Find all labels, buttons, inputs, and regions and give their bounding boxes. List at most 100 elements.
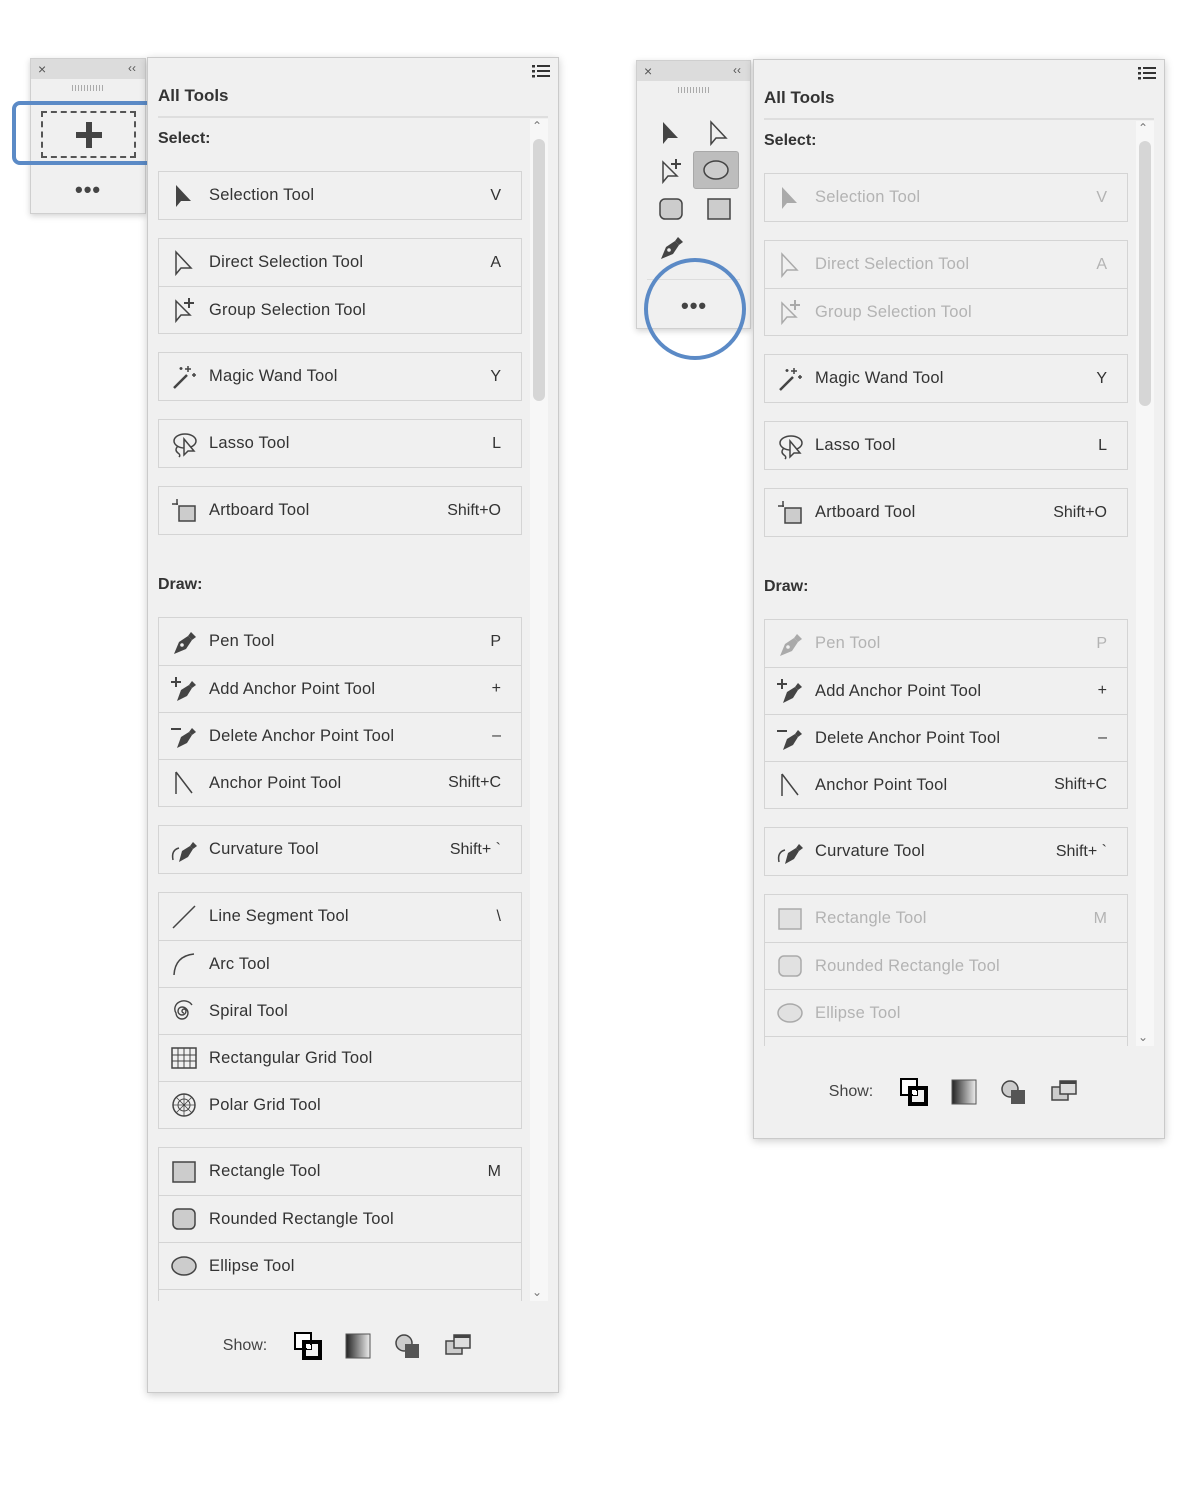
tool-icon: [765, 355, 815, 402]
tool-item-direct[interactable]: Direct Selection Tool A: [765, 241, 1127, 288]
tool-item-ellipse[interactable]: Ellipse Tool: [765, 989, 1127, 1036]
tool-item-polargrid[interactable]: Polar Grid Tool: [159, 1081, 521, 1128]
right-all-tools-panel: All Tools Select: Selection Tool V Direct S…: [753, 59, 1165, 1139]
collapse-icon[interactable]: ‹‹: [733, 61, 741, 79]
tool-icon: [159, 941, 209, 988]
tool-item-delanchor[interactable]: Delete Anchor Point Tool –: [159, 712, 521, 759]
direct-icon: [710, 120, 728, 147]
screen-mode-button[interactable]: [433, 1332, 483, 1360]
tool-item-wand[interactable]: Magic Wand Tool Y: [159, 353, 521, 400]
close-icon[interactable]: ×: [644, 61, 652, 81]
toolbar-tool-selection[interactable]: [655, 117, 687, 149]
tool-item-artboard[interactable]: Artboard Tool Shift+O: [765, 489, 1127, 536]
tool-label: Magic Wand Tool: [209, 367, 338, 385]
drag-grip[interactable]: [72, 85, 104, 91]
tool-icon: [765, 241, 815, 288]
tool-shortcut: P: [490, 632, 501, 650]
scrollbar[interactable]: ⌃ ⌄: [1136, 121, 1154, 1046]
rectgrid-icon: [171, 1047, 197, 1069]
ellipse-icon: [171, 1256, 197, 1276]
tool-icon: [765, 895, 815, 942]
panel-menu-icon[interactable]: [1138, 66, 1156, 80]
tool-item-curvature[interactable]: Curvature Tool Shift+ `: [765, 828, 1127, 875]
tool-item-lasso[interactable]: Lasso Tool L: [159, 420, 521, 467]
tool-item-pen[interactable]: Pen Tool P: [765, 620, 1127, 667]
gradient-button[interactable]: [939, 1078, 989, 1106]
tool-item-roundrect[interactable]: Rounded Rectangle Tool: [765, 942, 1127, 989]
draw-modes-button[interactable]: [383, 1332, 433, 1360]
panel-menu-icon[interactable]: [532, 64, 550, 78]
tool-item-polygon[interactable]: Polygon Tool: [765, 1036, 1127, 1046]
screen-mode-button[interactable]: [1039, 1078, 1089, 1106]
tool-item-direct[interactable]: Direct Selection Tool A: [159, 239, 521, 286]
scrollbar-thumb[interactable]: [533, 139, 545, 401]
drag-grip[interactable]: [677, 87, 710, 93]
ellipse-icon: [777, 1003, 803, 1023]
tool-icon: [765, 620, 815, 667]
tool-item-anchor[interactable]: Anchor Point Tool Shift+C: [159, 759, 521, 806]
scrollbar-thumb[interactable]: [1139, 141, 1151, 406]
tool-item-rect[interactable]: Rectangle Tool M: [765, 895, 1127, 942]
toolbar-titlebar[interactable]: × ‹‹: [637, 61, 750, 81]
tool-label: Anchor Point Tool: [209, 773, 342, 792]
roundrect-icon: [778, 955, 802, 977]
tool-list[interactable]: Select: Selection Tool V Direct Selection T…: [754, 121, 1164, 1046]
scroll-down-icon[interactable]: ⌄: [532, 1285, 542, 1299]
tool-item-arc[interactable]: Arc Tool: [159, 940, 521, 987]
tool-item-selection[interactable]: Selection Tool V: [765, 174, 1127, 221]
curvature-icon: [777, 843, 803, 864]
tool-item-roundrect[interactable]: Rounded Rectangle Tool: [159, 1195, 521, 1242]
tool-group: Lasso Tool L: [764, 421, 1128, 470]
tool-group: Direct Selection Tool A Group Selection To…: [764, 240, 1128, 336]
tool-item-curvature[interactable]: Curvature Tool Shift+ `: [159, 826, 521, 873]
more-tools-button[interactable]: •••: [75, 179, 101, 201]
tool-shortcut: –: [1098, 729, 1107, 746]
tool-item-rect[interactable]: Rectangle Tool M: [159, 1148, 521, 1195]
tool-item-anchor[interactable]: Anchor Point Tool Shift+C: [765, 761, 1127, 808]
fill-stroke-icon: [900, 1078, 929, 1106]
scroll-up-icon[interactable]: ⌃: [1138, 121, 1148, 135]
toolbar-tool-roundrect[interactable]: [655, 193, 687, 225]
tool-item-spiral[interactable]: Spiral Tool: [159, 987, 521, 1034]
tool-item-rectgrid[interactable]: Rectangular Grid Tool: [159, 1034, 521, 1081]
tool-item-wand[interactable]: Magic Wand Tool Y: [765, 355, 1127, 402]
toolbar-titlebar[interactable]: × ‹‹: [31, 59, 145, 79]
polargrid-icon: [172, 1093, 196, 1117]
gradient-button[interactable]: [333, 1332, 383, 1360]
fill-stroke-button[interactable]: [889, 1078, 939, 1106]
tool-label: Lasso Tool: [209, 434, 290, 452]
tool-item-group[interactable]: Group Selection Tool: [159, 286, 521, 333]
toolbar-tool-direct[interactable]: [703, 117, 735, 149]
toolbar-tool-pen[interactable]: [655, 231, 687, 263]
scrollbar[interactable]: ⌃ ⌄: [530, 119, 548, 1301]
screen-mode-icon: [445, 1334, 471, 1355]
scroll-down-icon[interactable]: ⌄: [1138, 1030, 1148, 1044]
tool-shortcut: Y: [490, 367, 501, 385]
fill-stroke-button[interactable]: [283, 1332, 333, 1360]
tool-icon: [765, 762, 815, 809]
draw-modes-icon: [1001, 1080, 1026, 1104]
tool-item-selection[interactable]: Selection Tool V: [159, 172, 521, 219]
tool-item-pen[interactable]: Pen Tool P: [159, 618, 521, 665]
wand-icon: [173, 365, 196, 389]
draw-modes-button[interactable]: [989, 1078, 1039, 1106]
tool-item-addanchor[interactable]: Add Anchor Point Tool +: [159, 665, 521, 712]
toolbar-tool-group[interactable]: [655, 155, 687, 187]
toolbar-tool-rect[interactable]: [703, 193, 735, 225]
tool-list[interactable]: Select: Selection Tool V Direct Selection T…: [148, 119, 558, 1301]
scroll-up-icon[interactable]: ⌃: [532, 119, 542, 133]
toolbar-tool-ellipse[interactable]: [693, 151, 739, 189]
tool-item-group[interactable]: Group Selection Tool: [765, 288, 1127, 335]
selection-icon: [782, 186, 797, 209]
tool-item-line[interactable]: Line Segment Tool \: [159, 893, 521, 940]
tool-item-addanchor[interactable]: Add Anchor Point Tool +: [765, 667, 1127, 714]
tool-shortcut: +: [1097, 682, 1107, 699]
tool-shortcut: Shift+O: [1053, 503, 1107, 521]
tool-item-lasso[interactable]: Lasso Tool L: [765, 422, 1127, 469]
tool-item-delanchor[interactable]: Delete Anchor Point Tool –: [765, 714, 1127, 761]
collapse-icon[interactable]: ‹‹: [128, 59, 136, 77]
tool-item-artboard[interactable]: Artboard Tool Shift+O: [159, 487, 521, 534]
close-icon[interactable]: ×: [38, 59, 46, 79]
direct-icon: [781, 251, 799, 278]
tool-item-ellipse[interactable]: Ellipse Tool: [159, 1242, 521, 1289]
